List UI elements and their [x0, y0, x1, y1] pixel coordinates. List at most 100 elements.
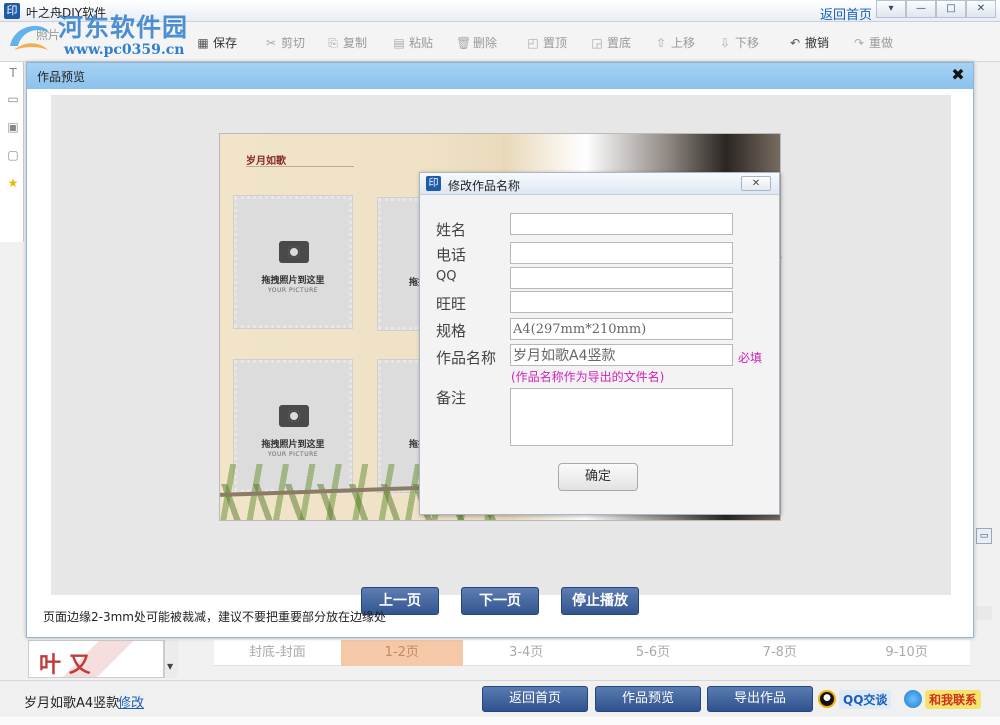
redo-icon: ↷	[853, 35, 865, 50]
preview-close-icon[interactable]: ✖	[949, 65, 967, 85]
toolbar-paste-button[interactable]: ▤ 粘贴	[392, 34, 433, 51]
contact-button[interactable]: 和我联系	[904, 689, 982, 709]
bottom-strip	[0, 717, 1000, 725]
book-logo: 岁月如歌	[246, 156, 286, 167]
toolbar-save-label: 保存	[213, 36, 238, 50]
toolbar-cut-button[interactable]: ✂ 剪切	[264, 34, 305, 51]
toolbar-cut-label: 剪切	[281, 36, 306, 50]
watermark-url: www.pc0359.cn	[64, 42, 185, 58]
toolbar-delete-button[interactable]: 🗑 删除	[456, 34, 497, 51]
modify-link[interactable]: 修改	[118, 692, 144, 711]
image-tool-icon[interactable]: ▭	[6, 92, 20, 106]
template-thumbnail[interactable]: 叶 又	[28, 640, 164, 678]
photo-tool-icon[interactable]: ▢	[6, 148, 20, 162]
page-tab-5-6[interactable]: 5-6页	[590, 640, 717, 666]
rename-title: 修改作品名称	[448, 179, 521, 193]
panel-collapse-icon[interactable]: ▭	[976, 528, 992, 544]
text-tool-icon[interactable]: T	[6, 66, 20, 80]
camera-icon	[279, 405, 309, 427]
preview-note: 页面边缘2-3mm处可能被裁减，建议不要把重要部分放在边缘处	[43, 610, 386, 624]
scissors-icon: ✂	[265, 35, 277, 50]
qq-chat-button[interactable]: QQ交谈	[818, 689, 892, 709]
stop-playback-button[interactable]: 停止播放	[561, 587, 639, 615]
phone-input[interactable]	[510, 242, 733, 264]
home-link[interactable]: 返回首页	[820, 4, 872, 23]
work-name-input[interactable]	[510, 344, 733, 366]
maximize-icon[interactable]: □	[936, 0, 966, 18]
rename-logo-icon: 印	[426, 176, 441, 191]
export-work-button[interactable]: 导出作品	[707, 686, 813, 712]
toolbar-send-bottom-label: 置底	[607, 36, 632, 50]
star-tool-icon[interactable]: ★	[6, 176, 20, 190]
thumbnail-glyph: 叶 又	[39, 652, 91, 678]
photo-slot-subtext: YOUR PICTURE	[267, 287, 319, 294]
remark-label: 备注	[436, 389, 467, 407]
preview-header: 作品预览 ✖	[27, 63, 973, 89]
watermark: 河东软件园 www.pc0359.cn	[4, 6, 204, 62]
toolbar-move-down-label: 下移	[735, 36, 760, 50]
frame-tool-icon[interactable]: ▣	[6, 120, 20, 134]
page-tab-9-10[interactable]: 9-10页	[843, 640, 970, 666]
toolbar-send-bottom-button[interactable]: ◲ 置底	[590, 34, 631, 51]
send-bottom-icon: ◲	[591, 35, 603, 50]
toolbar-move-up-label: 上移	[671, 36, 696, 50]
move-up-icon: ⇧	[655, 35, 667, 50]
preview-work-button[interactable]: 作品预览	[595, 686, 701, 712]
spec-input[interactable]	[510, 318, 733, 340]
confirm-button[interactable]: 确定	[558, 463, 638, 491]
work-name-label: 作品名称	[436, 349, 497, 367]
left-tool-panel: T ▭ ▣ ▢ ★	[0, 62, 24, 242]
watermark-swirl-icon	[10, 25, 50, 50]
name-input[interactable]	[510, 213, 733, 235]
toolbar-move-down-button[interactable]: ⇩ 下移	[718, 34, 759, 51]
minimize-icon[interactable]: —	[906, 0, 936, 18]
toolbar-move-up-button[interactable]: ⇧ 上移	[654, 34, 695, 51]
wangwang-input[interactable]	[510, 291, 733, 313]
toolbar-copy-button[interactable]: ⎘ 复制	[326, 34, 367, 51]
qq-input[interactable]	[510, 267, 733, 289]
contact-avatar-icon	[904, 690, 922, 708]
page-tab-cover[interactable]: 封底-封面	[214, 640, 341, 666]
spec-label: 规格	[436, 322, 467, 340]
preview-title: 作品预览	[37, 70, 86, 84]
window-controls: ▾ — □ ✕	[876, 0, 996, 18]
toolbar-bring-top-label: 置顶	[543, 36, 568, 50]
toolbar-redo-button[interactable]: ↷ 重做	[852, 34, 893, 51]
page-tab-3-4[interactable]: 3-4页	[463, 640, 590, 666]
book-logo-divider	[246, 166, 354, 167]
toolbar-undo-button[interactable]: ↶ 撤销	[788, 34, 829, 51]
qq-penguin-icon	[818, 690, 836, 708]
page-tab-1-2[interactable]: 1-2页	[340, 640, 463, 666]
photo-slot-text: 拖拽照片到这里	[261, 440, 325, 450]
camera-icon	[279, 241, 309, 263]
rename-close-icon[interactable]: ✕	[741, 176, 771, 191]
page-tab-7-8[interactable]: 7-8页	[716, 640, 843, 666]
scroll-down-icon[interactable]: ▼	[167, 662, 173, 671]
template-thumbnail-art: 叶 又	[29, 641, 163, 678]
photo-slot-subtext: YOUR PICTURE	[267, 451, 319, 458]
contact-label: 和我联系	[925, 689, 982, 709]
toolbar-undo-label: 撤销	[805, 36, 830, 50]
name-label: 姓名	[436, 221, 467, 239]
photo-slot-text: 拖拽照片到这里	[261, 276, 325, 286]
rename-dialog: 印 修改作品名称 ✕ 姓名 电话 QQ 旺旺 规格 作品名称 必填 (作品名称作…	[419, 172, 780, 515]
phone-label: 电话	[436, 246, 467, 264]
return-home-button[interactable]: 返回首页	[482, 686, 588, 712]
qq-chat-label: QQ交谈	[839, 689, 892, 709]
required-mark: 必填	[738, 351, 763, 365]
remark-textarea[interactable]	[510, 388, 733, 446]
bring-top-icon: ◰	[527, 35, 539, 50]
copy-icon: ⎘	[328, 35, 338, 50]
next-page-button[interactable]: 下一页	[461, 587, 539, 615]
undo-icon: ↶	[789, 35, 801, 50]
toolbar-bring-top-button[interactable]: ◰ 置顶	[526, 34, 567, 51]
toolbar-redo-label: 重做	[869, 36, 894, 50]
photo-slot-1[interactable]: 拖拽照片到这里 YOUR PICTURE	[233, 195, 353, 329]
trash-icon: 🗑	[456, 35, 472, 50]
move-down-icon: ⇩	[719, 35, 731, 50]
side-scroll-stub	[976, 606, 992, 620]
work-name-hint: (作品名称作为导出的文件名)	[511, 370, 665, 384]
thumbnail-scrollbar[interactable]: ▼	[164, 640, 178, 678]
close-window-icon[interactable]: ✕	[966, 0, 996, 18]
menu-dropdown-icon[interactable]: ▾	[876, 0, 906, 18]
